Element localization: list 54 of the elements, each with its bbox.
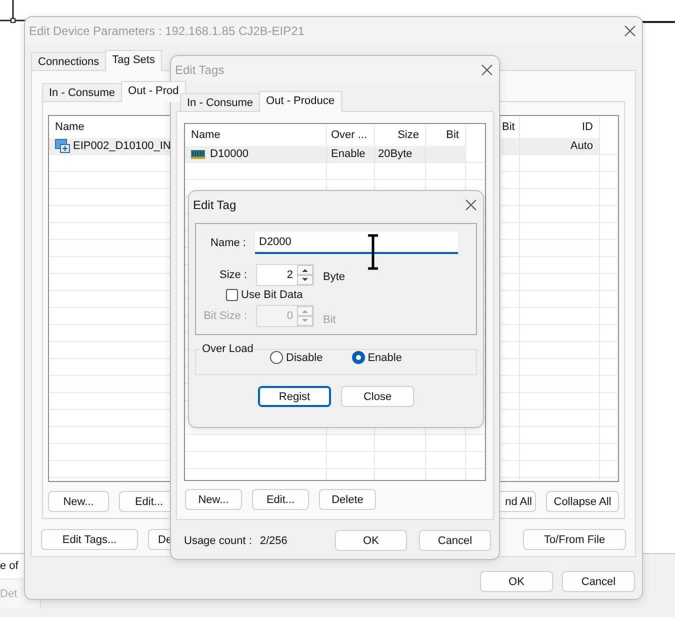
- table-cell: Enable: [327, 146, 375, 163]
- radio-button[interactable]: [270, 351, 284, 364]
- table-cell[interactable]: D10000: [185, 146, 327, 163]
- dialog-button[interactable]: Edit Tags...: [41, 529, 138, 550]
- field-label: Name :: [210, 237, 247, 249]
- spin-arrows-icon[interactable]: [297, 265, 313, 285]
- connector-line: [640, 20, 675, 24]
- table-cell: [426, 146, 466, 163]
- usage-value: 2/256: [260, 534, 288, 546]
- dialog-button[interactable]: Close: [341, 386, 414, 407]
- close-icon[interactable]: [465, 198, 477, 210]
- connector-line: [0, 0, 26, 24]
- close-icon[interactable]: [481, 64, 493, 76]
- tab[interactable]: Tag Sets: [105, 50, 162, 71]
- checkbox-label: Use Bit Data: [241, 289, 303, 301]
- usage-label: Usage count :: [184, 534, 252, 546]
- radio-label: Disable: [286, 352, 323, 364]
- tag-name: D10000: [210, 146, 249, 162]
- memory-chip-icon: [191, 149, 205, 159]
- table-cell: 20Byte: [375, 146, 426, 163]
- dialog-button[interactable]: New...: [185, 489, 242, 510]
- window-title: Edit Tags: [175, 62, 224, 76]
- window-title: Edit Tag: [193, 198, 236, 212]
- group-label: Over Load: [201, 343, 254, 355]
- field-label: Bit Size :: [202, 310, 248, 322]
- tab[interactable]: In - Consume: [180, 93, 260, 111]
- tab[interactable]: In - Consume: [42, 83, 122, 101]
- table-cell: Auto: [520, 138, 600, 155]
- tab[interactable]: Out - Produce: [259, 91, 342, 112]
- dialog-button[interactable]: OK: [480, 571, 553, 592]
- close-icon[interactable]: [624, 24, 636, 36]
- checkbox[interactable]: [226, 289, 238, 301]
- tab[interactable]: Out - Prod: [121, 81, 186, 102]
- unit-label: Byte: [323, 271, 346, 283]
- tag-set-name: EIP002_D10100_IN: [73, 138, 171, 154]
- input-field[interactable]: D2000: [255, 232, 458, 254]
- dialog-button[interactable]: Collapse All: [546, 491, 619, 512]
- dialog-button[interactable]: Delete: [319, 489, 376, 510]
- text-cursor-icon: [366, 234, 380, 270]
- unit-label: Bit: [323, 314, 336, 326]
- radio-label: Enable: [368, 352, 402, 364]
- tag-set-icon: [55, 139, 71, 153]
- spin-field[interactable]: 2: [256, 264, 314, 286]
- dialog-button[interactable]: Cancel: [419, 530, 491, 551]
- dialog-button[interactable]: Edit...: [252, 489, 309, 510]
- field-label: Size :: [218, 269, 248, 281]
- dialog-button[interactable]: Regist: [258, 386, 331, 407]
- tab[interactable]: Connections: [31, 52, 106, 70]
- radio-button[interactable]: [352, 351, 365, 364]
- dialog-button[interactable]: New...: [48, 491, 109, 512]
- dialog-button[interactable]: Cancel: [562, 571, 635, 592]
- window-title: Edit Device Parameters : 192.168.1.85 CJ2B-EIP21: [29, 24, 304, 38]
- dialog-button[interactable]: OK: [335, 530, 407, 551]
- dialog-button[interactable]: To/From File: [523, 529, 626, 550]
